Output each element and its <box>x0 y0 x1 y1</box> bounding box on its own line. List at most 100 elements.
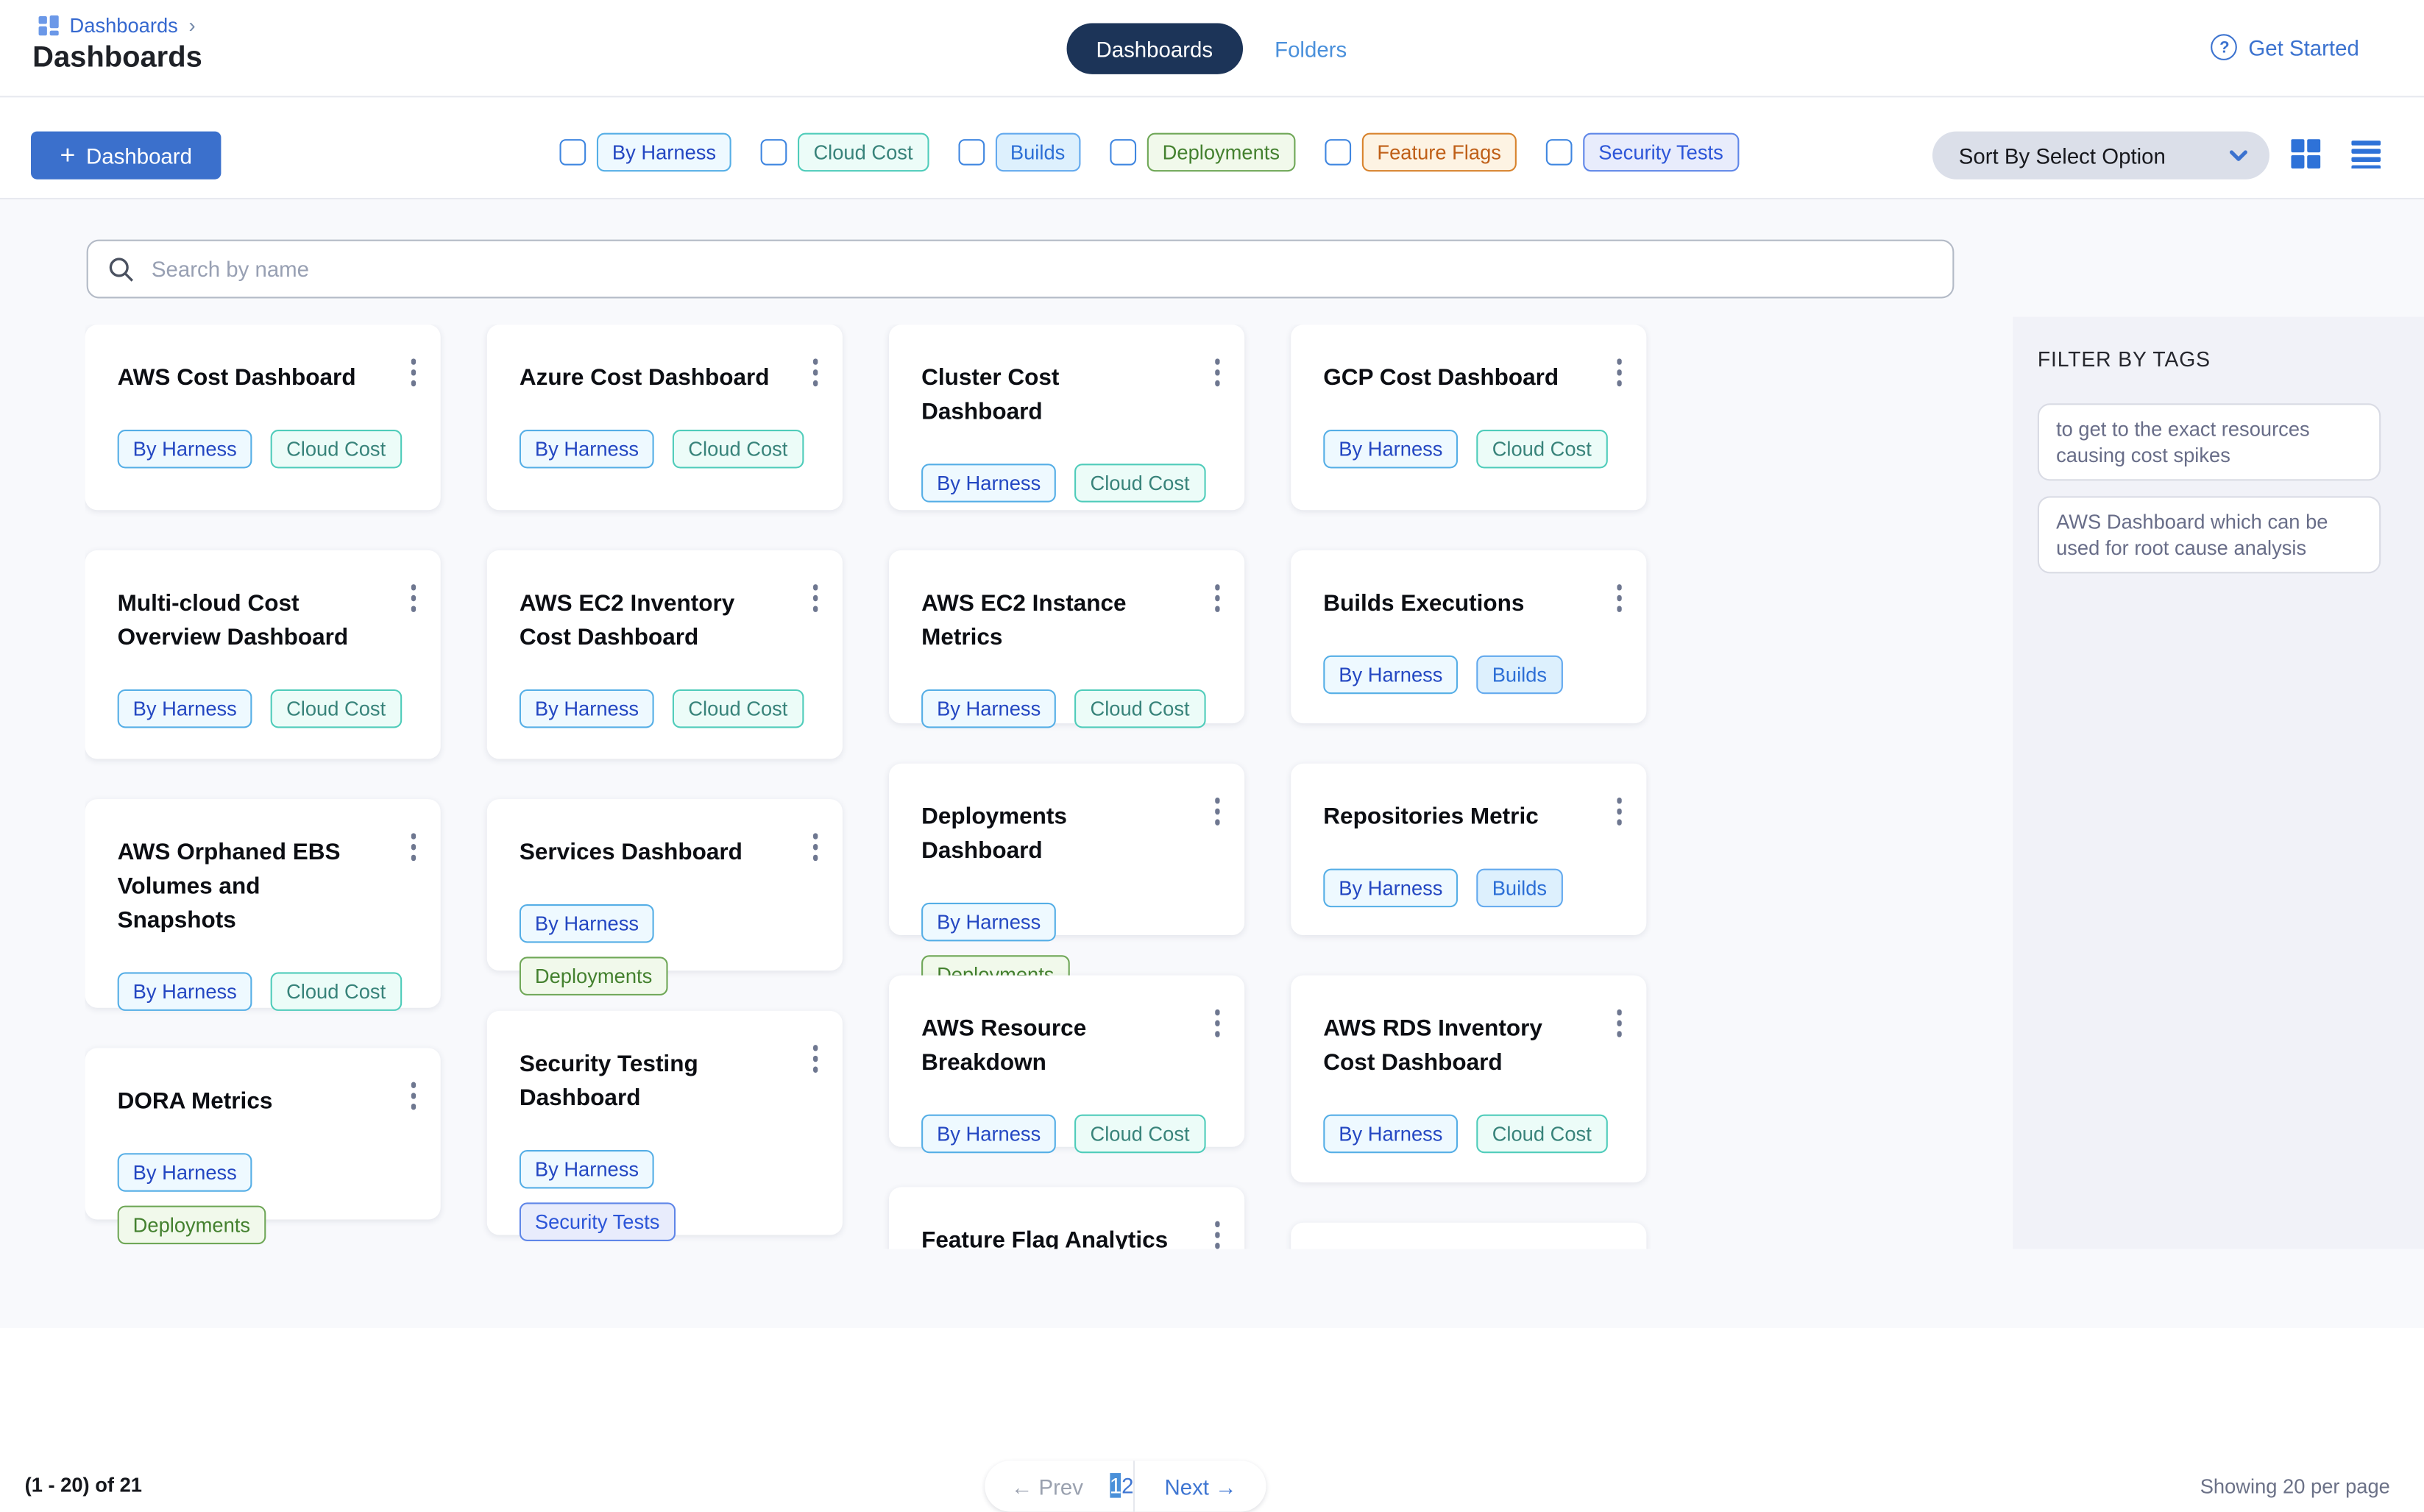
tag-cloud-cost[interactable]: Cloud Cost <box>798 133 928 172</box>
tag-by-harness: By Harness <box>520 904 654 943</box>
get-started-link[interactable]: ? Get Started <box>2211 34 2359 60</box>
card-menu-button[interactable] <box>1210 1005 1225 1041</box>
tag-builds[interactable]: Builds <box>995 133 1080 172</box>
card-title: AWS EC2 Inventory Cost Dashboard <box>520 587 812 655</box>
card-title: AWS Cost Dashboard <box>118 362 410 396</box>
card-menu-button[interactable] <box>1210 354 1225 390</box>
search-bar <box>87 240 1955 299</box>
sort-by-select[interactable]: Sort By Select Option <box>1932 132 2269 180</box>
page-button-1[interactable]: 1 <box>1110 1473 1121 1498</box>
help-icon: ? <box>2211 34 2238 60</box>
card-menu-button[interactable] <box>1210 580 1225 616</box>
dashboard-card[interactable]: Feature Flag Analytics <box>889 1187 1244 1249</box>
pagination: ← Prev 12 Next → <box>985 1460 1266 1511</box>
card-menu-button[interactable] <box>808 1040 823 1076</box>
sidebar-tag-box[interactable]: AWS Dashboard which can be used for root… <box>2038 496 2381 573</box>
filter-by-tags-heading: FILTER BY TAGS <box>2038 348 2400 372</box>
tag-by-harness: By Harness <box>921 1115 1056 1154</box>
card-tags: By HarnessCloud Cost <box>118 430 410 469</box>
dashboards-icon <box>39 15 59 35</box>
card-menu-button[interactable] <box>808 354 823 390</box>
dashboard-card[interactable]: Cluster Cost DashboardBy HarnessCloud Co… <box>889 324 1244 510</box>
tag-deployments[interactable]: Deployments <box>1147 133 1295 172</box>
card-menu-button[interactable] <box>1210 1216 1225 1249</box>
tab-folders[interactable]: Folders <box>1275 36 1347 61</box>
dashboard-card[interactable]: AWS EC2 Instance MetricsBy HarnessCloud … <box>889 550 1244 723</box>
dashboard-card[interactable]: Repositories MetricBy HarnessBuilds <box>1291 764 1646 935</box>
search-input[interactable] <box>149 255 1953 283</box>
card-tags: By HarnessBuilds <box>1323 869 1615 908</box>
card-title: Security Testing Dashboard <box>520 1048 812 1115</box>
prev-page-button[interactable]: ← Prev <box>985 1474 1110 1499</box>
filter-by-tags-panel: FILTER BY TAGS to get to the exact resou… <box>2013 317 2424 1249</box>
dashboard-card[interactable]: AWS EC2 Inventory Cost DashboardBy Harne… <box>487 550 843 759</box>
tag-cloud-cost: Cloud Cost <box>1074 464 1205 503</box>
card-menu-button[interactable] <box>1612 580 1626 616</box>
filter-checkbox-by-harness[interactable] <box>559 139 586 166</box>
filter-checkbox-security-tests[interactable] <box>1546 139 1573 166</box>
tab-dashboards[interactable]: Dashboards <box>1067 24 1242 74</box>
tag-by-harness[interactable]: By Harness <box>597 133 731 172</box>
card-menu-button[interactable] <box>1612 354 1626 390</box>
filter-checkbox-deployments[interactable] <box>1110 139 1136 166</box>
filter-item-cloud-cost: Cloud Cost <box>761 133 929 172</box>
dashboard-card[interactable]: Multi-cloud Cost Overview DashboardBy Ha… <box>85 550 441 759</box>
tag-by-harness: By Harness <box>921 689 1056 728</box>
card-tags: By HarnessCloud Cost <box>1323 430 1615 469</box>
card-title: AWS Resource Breakdown <box>921 1012 1213 1080</box>
card-menu-button[interactable] <box>405 828 420 865</box>
grid-view-icon[interactable] <box>2291 139 2320 168</box>
sidebar-tag-box[interactable]: to get to the exact resources causing co… <box>2038 403 2381 480</box>
filter-checkbox-feature-flags[interactable] <box>1325 139 1351 166</box>
dashboard-card[interactable]: AWS Resource BreakdownBy HarnessCloud Co… <box>889 976 1244 1147</box>
breadcrumb-link[interactable]: Dashboards <box>70 14 178 38</box>
tag-security-tests[interactable]: Security Tests <box>1583 133 1739 172</box>
tag-feature-flags[interactable]: Feature Flags <box>1361 133 1517 172</box>
tag-by-harness: By Harness <box>118 689 252 728</box>
dashboard-card[interactable]: Azure Cost DashboardBy HarnessCloud Cost <box>487 324 843 510</box>
dashboard-card[interactable]: GCP Cost Dashboard By HarnessCloud Cost <box>1291 324 1646 510</box>
dashboard-card[interactable]: AWS Cost Dashboard By HarnessCloud Cost <box>85 324 441 510</box>
card-menu-button[interactable] <box>1612 793 1626 829</box>
dashboard-card[interactable]: AWS Orphaned EBS Volumes and SnapshotsBy… <box>85 799 441 1008</box>
next-page-button[interactable]: Next → <box>1135 1474 1266 1499</box>
tag-cloud-cost: Cloud Cost <box>271 430 401 469</box>
get-started-label: Get Started <box>2248 35 2359 60</box>
new-dashboard-button[interactable]: + Dashboard <box>31 132 221 180</box>
list-view-icon[interactable] <box>2351 139 2381 168</box>
card-menu-button[interactable] <box>405 580 420 616</box>
dashboard-card[interactable]: Security Testing DashboardBy HarnessSecu… <box>487 1011 843 1235</box>
breadcrumb[interactable]: Dashboards › <box>39 14 196 38</box>
plus-icon: + <box>60 142 75 168</box>
card-title: DORA Metrics <box>118 1085 410 1119</box>
tag-by-harness: By Harness <box>921 464 1056 503</box>
dashboard-card[interactable]: Services DashboardBy HarnessDeployments <box>487 799 843 970</box>
tag-by-harness: By Harness <box>1323 869 1458 908</box>
tag-cloud-cost: Cloud Cost <box>1477 1115 1607 1154</box>
card-title: Services Dashboard <box>520 837 812 870</box>
card-menu-button[interactable] <box>808 828 823 865</box>
dashboard-card[interactable]: Builds ExecutionsBy HarnessBuilds <box>1291 550 1646 723</box>
card-title: AWS EC2 Instance Metrics <box>921 587 1213 655</box>
card-menu-button[interactable] <box>808 580 823 616</box>
card-menu-button[interactable] <box>1210 793 1225 829</box>
card-title: GCP Cost Dashboard <box>1323 362 1615 396</box>
card-column: AWS Cost DashboardBy HarnessCloud CostMu… <box>85 324 441 1249</box>
dashboard-card[interactable]: Deployments DashboardBy HarnessDeploymen… <box>889 764 1244 935</box>
dashboard-card[interactable]: AWS RDS Inventory Cost DashboardBy Harne… <box>1291 976 1646 1183</box>
filter-checkbox-cloud-cost[interactable] <box>761 139 787 166</box>
page-button-2[interactable]: 2 <box>1121 1473 1133 1498</box>
filter-checkbox-builds[interactable] <box>957 139 984 166</box>
card-menu-button[interactable] <box>405 1077 420 1113</box>
filter-item-security-tests: Security Tests <box>1546 133 1739 172</box>
dashboard-card[interactable]: DORA MetricsBy HarnessDeployments <box>85 1048 441 1219</box>
card-tags: By Harness Cloud Cost <box>118 689 410 728</box>
page-title: Dashboards <box>32 42 202 76</box>
card-menu-button[interactable] <box>1612 1005 1626 1041</box>
dashboard-card[interactable] <box>1291 1223 1646 1249</box>
dashboard-card-grid: AWS Cost DashboardBy HarnessCloud CostMu… <box>85 324 1651 1249</box>
tag-cloud-cost: Cloud Cost <box>271 689 401 728</box>
card-title: Builds Executions <box>1323 587 1615 621</box>
card-column: Cluster Cost DashboardBy HarnessCloud Co… <box>889 324 1244 1249</box>
card-menu-button[interactable] <box>405 354 420 390</box>
